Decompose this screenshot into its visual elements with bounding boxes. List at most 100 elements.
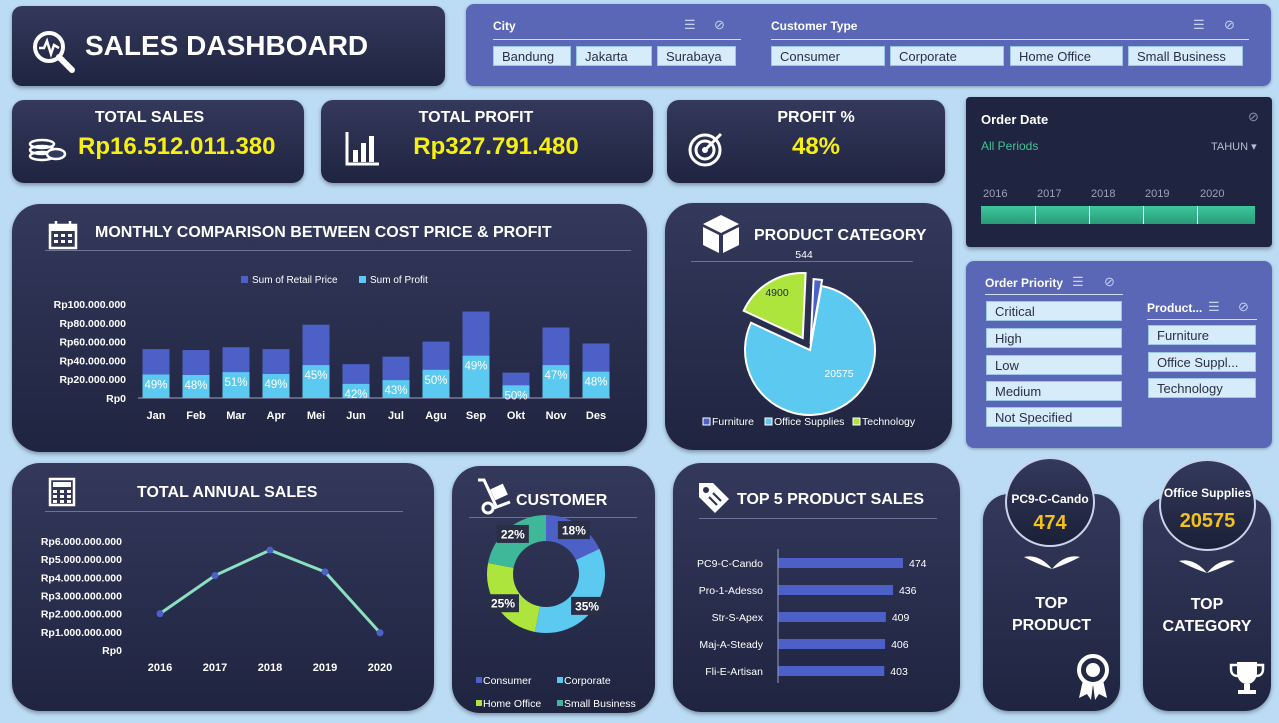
legend-swatch xyxy=(852,417,861,426)
priority-chip-high[interactable]: High xyxy=(986,328,1122,348)
bar-data-label: 49% xyxy=(144,380,167,392)
donut-data-label: 25% xyxy=(491,597,515,611)
bar-category-label: Maj-A-Steady xyxy=(699,639,763,651)
bar-top5 xyxy=(778,585,893,595)
donut-data-label: 35% xyxy=(575,599,599,613)
y-tick-label: Rp5.000.000.000 xyxy=(41,554,122,566)
customer-chip-home-office[interactable]: Home Office xyxy=(1010,46,1123,66)
top-category-label-line1: TOP xyxy=(1190,596,1224,613)
bar-category-label: Pro-1-Adesso xyxy=(699,585,763,597)
bar-top5 xyxy=(778,612,886,622)
legend-swatch xyxy=(557,700,563,706)
line-point xyxy=(266,546,274,554)
timeline-bar[interactable] xyxy=(981,206,1255,224)
clear-filter-icon[interactable]: ⊘ xyxy=(1224,17,1235,33)
priority-chip-low[interactable]: Low xyxy=(986,355,1122,375)
customer-chip-consumer[interactable]: Consumer xyxy=(771,46,885,66)
clear-filter-icon[interactable]: ⊘ xyxy=(1104,274,1115,290)
clear-filter-icon[interactable]: ⊘ xyxy=(1238,299,1249,315)
top-product-label-line1: TOP xyxy=(1035,595,1068,612)
product-slicer-title: Product... xyxy=(1147,301,1203,315)
divider xyxy=(1035,206,1036,224)
product-category-pie-chart: 544 20575 4900 Furniture Office Supplies Tech… xyxy=(702,249,916,428)
monthly-bar-chart: Sum of Retail Price Sum of Profit Rp0 Rp20.… xyxy=(54,275,610,422)
x-tick-label: 2020 xyxy=(368,662,392,674)
x-tick-label: Apr xyxy=(267,410,287,422)
search-chart-icon xyxy=(33,31,75,73)
pie-data-label: 20575 xyxy=(824,368,853,380)
legend-label: Home Office xyxy=(483,698,541,710)
laurel-icon xyxy=(1179,560,1235,573)
clear-filter-icon[interactable]: ⊘ xyxy=(1248,109,1259,125)
x-tick-label: Jan xyxy=(147,410,166,422)
bar-category-label: Str-S-Apex xyxy=(712,612,764,624)
legend-swatch xyxy=(702,417,711,426)
city-chip-bandung[interactable]: Bandung xyxy=(493,46,571,66)
annual-sales-panel: TOTAL ANNUAL SALES Rp0 Rp1.000.000.000 Rp2… xyxy=(12,463,434,711)
legend-label: Office Supplies xyxy=(774,416,844,428)
top5-panel: TOP 5 PRODUCT SALES PC9-C-Cando 474 Pro-1-… xyxy=(673,463,960,712)
line-point xyxy=(376,629,384,637)
top-category-name: Office Supplies xyxy=(1163,486,1252,500)
x-tick-label: 2016 xyxy=(148,662,172,674)
legend-label: Technology xyxy=(862,416,916,428)
top5-bar-chart: PC9-C-Cando 474 Pro-1-Adesso 436 Str-S-Apex 4… xyxy=(697,549,927,683)
x-tick-label: Jul xyxy=(388,410,404,422)
clear-filter-icon[interactable]: ⊘ xyxy=(714,17,725,33)
divider xyxy=(1197,206,1198,224)
total-sales-value: Rp16.512.011.380 xyxy=(78,133,276,160)
order-date-title: Order Date xyxy=(981,112,1049,127)
city-chip-surabaya[interactable]: Surabaya xyxy=(657,46,736,66)
divider xyxy=(771,39,1249,40)
legend-swatch-retail xyxy=(241,276,248,283)
bar-data-label: 48% xyxy=(584,377,607,389)
multi-select-icon[interactable]: ☰ xyxy=(684,17,696,33)
multi-select-icon[interactable]: ☰ xyxy=(1193,17,1205,33)
pie-data-label: 4900 xyxy=(765,287,789,299)
city-chip-jakarta[interactable]: Jakarta xyxy=(576,46,652,66)
multi-select-icon[interactable]: ☰ xyxy=(1072,274,1084,290)
y-tick-label: Rp20.000.000 xyxy=(59,374,126,386)
profit-pct-card: PROFIT % 48% xyxy=(667,100,945,183)
bar-data-label: 51% xyxy=(224,377,247,389)
order-date-timeline: Order Date ⊘ All Periods TAHUN ▾ 2016 20… xyxy=(966,97,1272,247)
legend-label: Furniture xyxy=(712,416,754,428)
product-chip-technology[interactable]: Technology xyxy=(1148,378,1256,398)
bar-data-label: 49% xyxy=(464,361,487,373)
timeline-year: 2017 xyxy=(1037,188,1062,200)
priority-product-slicer-panel: Order Priority ☰ ⊘ Critical High Low Med… xyxy=(966,261,1272,448)
total-profit-card: TOTAL PROFIT Rp327.791.480 xyxy=(321,100,653,183)
bar-data-label: 50% xyxy=(424,375,447,387)
customer-chip-corporate[interactable]: Corporate xyxy=(890,46,1004,66)
y-tick-label: Rp3.000.000.000 xyxy=(41,591,122,603)
product-chip-office-supplies[interactable]: Office Suppl... xyxy=(1148,352,1256,372)
x-tick-label: Mei xyxy=(307,410,325,422)
total-sales-title: TOTAL SALES xyxy=(94,109,205,126)
y-tick-label: Rp6.000.000.000 xyxy=(41,536,122,548)
customer-chip-small-business[interactable]: Small Business xyxy=(1128,46,1243,66)
top-category-label-line2: CATEGORY xyxy=(1162,618,1252,635)
x-tick-label: Okt xyxy=(507,410,526,422)
donut-data-label: 22% xyxy=(501,527,525,541)
timeline-level-select[interactable]: TAHUN ▾ xyxy=(1211,140,1257,153)
priority-chip-critical[interactable]: Critical xyxy=(986,301,1122,321)
multi-select-icon[interactable]: ☰ xyxy=(1208,299,1220,315)
total-profit-value: Rp327.791.480 xyxy=(413,133,579,160)
y-tick-label: Rp80.000.000 xyxy=(59,318,126,330)
x-tick-label: Jun xyxy=(346,410,366,422)
priority-chip-not-specified[interactable]: Not Specified xyxy=(986,407,1122,427)
product-chip-furniture[interactable]: Furniture xyxy=(1148,325,1256,345)
x-tick-label: Des xyxy=(586,410,606,422)
page-title: SALES DASHBOARD xyxy=(85,30,369,61)
top-product-label: TOP PRODUCT xyxy=(983,593,1120,637)
bar-data-label: 48% xyxy=(184,380,207,392)
bar-data-label: 409 xyxy=(892,612,910,624)
line-point xyxy=(156,610,164,618)
priority-chip-medium[interactable]: Medium xyxy=(986,381,1122,401)
line-point xyxy=(321,568,329,576)
legend-swatch xyxy=(764,417,773,426)
top-product-name: PC9-C-Cando xyxy=(1011,492,1089,506)
order-priority-slicer-title: Order Priority xyxy=(985,276,1064,290)
bar-top5 xyxy=(778,639,886,649)
period-label: All Periods xyxy=(981,139,1039,153)
